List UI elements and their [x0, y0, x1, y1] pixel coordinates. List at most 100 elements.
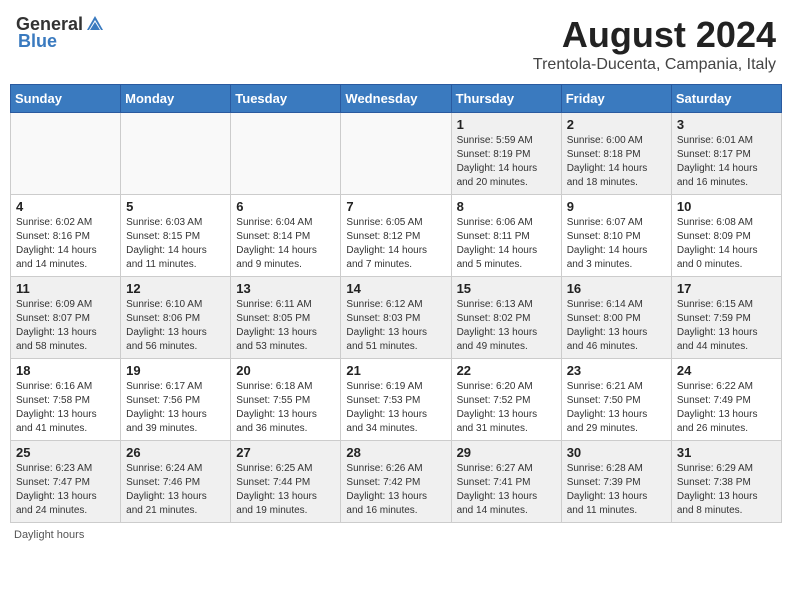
calendar-day-cell: 9 Sunrise: 6:07 AMSunset: 8:10 PMDaylight… [561, 195, 671, 277]
location-subtitle: Trentola-Ducenta, Campania, Italy [533, 56, 776, 74]
day-info: Sunrise: 6:17 AMSunset: 7:56 PMDaylight:… [126, 380, 225, 436]
day-number: 31 [677, 445, 776, 460]
day-info: Sunrise: 6:07 AMSunset: 8:10 PMDaylight:… [567, 216, 666, 272]
day-number: 25 [16, 445, 115, 460]
day-info: Sunrise: 6:14 AMSunset: 8:00 PMDaylight:… [567, 298, 666, 354]
day-number: 10 [677, 199, 776, 214]
calendar-day-cell: 29Sunrise: 6:27 AMSunset: 7:41 PMDayligh… [451, 441, 561, 523]
calendar-day-cell: 3 Sunrise: 6:01 AMSunset: 8:17 PMDaylight… [671, 113, 781, 195]
day-number: 8 [457, 199, 556, 214]
calendar-body: 1Sunrise: 5:59 AMSunset: 8:19 PMDaylight… [11, 113, 782, 523]
day-info: Sunrise: 6:18 AMSunset: 7:55 PMDaylight:… [236, 380, 335, 436]
day-number: 23 [567, 363, 666, 378]
calendar-week-row: 4 Sunrise: 6:02 AMSunset: 8:16 PMDaylight… [11, 195, 782, 277]
day-number: 1 [457, 117, 556, 132]
day-info: Sunrise: 6:12 AMSunset: 8:03 PMDaylight:… [346, 298, 445, 354]
calendar-day-header: Wednesday [341, 85, 451, 113]
calendar-week-row: 25Sunrise: 6:23 AMSunset: 7:47 PMDayligh… [11, 441, 782, 523]
calendar-day-cell [121, 113, 231, 195]
day-info: Sunrise: 6:13 AMSunset: 8:02 PMDaylight:… [457, 298, 556, 354]
day-number: 13 [236, 281, 335, 296]
logo: General Blue [16, 14, 105, 52]
day-number: 26 [126, 445, 225, 460]
day-info: Sunrise: 6:20 AMSunset: 7:52 PMDaylight:… [457, 380, 556, 436]
calendar-day-cell [231, 113, 341, 195]
day-info: Sunrise: 6:00 AMSunset: 8:18 PMDaylight:… [567, 134, 666, 190]
calendar-header-row: SundayMondayTuesdayWednesdayThursdayFrid… [11, 85, 782, 113]
day-number: 19 [126, 363, 225, 378]
calendar-day-cell: 10 Sunrise: 6:08 AMSunset: 8:09 PMDayligh… [671, 195, 781, 277]
calendar-day-cell: 25Sunrise: 6:23 AMSunset: 7:47 PMDayligh… [11, 441, 121, 523]
main-title: August 2024 [533, 14, 776, 56]
calendar-day-header: Thursday [451, 85, 561, 113]
day-number: 15 [457, 281, 556, 296]
day-number: 29 [457, 445, 556, 460]
day-info: Sunrise: 6:03 AMSunset: 8:15 PMDaylight:… [126, 216, 225, 272]
day-info: Sunrise: 6:10 AMSunset: 8:06 PMDaylight:… [126, 298, 225, 354]
calendar-day-cell: 20 Sunrise: 6:18 AMSunset: 7:55 PMDayligh… [231, 359, 341, 441]
day-number: 30 [567, 445, 666, 460]
title-section: August 2024 Trentola-Ducenta, Campania, … [533, 14, 776, 74]
calendar-day-cell: 2 Sunrise: 6:00 AMSunset: 8:18 PMDaylight… [561, 113, 671, 195]
day-info: Sunrise: 6:16 AMSunset: 7:58 PMDaylight:… [16, 380, 115, 436]
calendar-day-cell [11, 113, 121, 195]
calendar-day-cell: 8Sunrise: 6:06 AMSunset: 8:11 PMDaylight… [451, 195, 561, 277]
calendar-day-cell: 24 Sunrise: 6:22 AMSunset: 7:49 PMDayligh… [671, 359, 781, 441]
day-info: Sunrise: 6:01 AMSunset: 8:17 PMDaylight:… [677, 134, 776, 190]
calendar-day-cell: 14Sunrise: 6:12 AMSunset: 8:03 PMDayligh… [341, 277, 451, 359]
day-number: 16 [567, 281, 666, 296]
day-info: Sunrise: 6:19 AMSunset: 7:53 PMDaylight:… [346, 380, 445, 436]
calendar-day-cell: 27Sunrise: 6:25 AMSunset: 7:44 PMDayligh… [231, 441, 341, 523]
day-number: 7 [346, 199, 445, 214]
calendar-day-header: Sunday [11, 85, 121, 113]
calendar-week-row: 18Sunrise: 6:16 AMSunset: 7:58 PMDayligh… [11, 359, 782, 441]
daylight-label: Daylight hours [14, 529, 84, 541]
day-number: 9 [567, 199, 666, 214]
day-number: 3 [677, 117, 776, 132]
day-info: Sunrise: 6:28 AMSunset: 7:39 PMDaylight:… [567, 462, 666, 518]
day-info: Sunrise: 6:09 AMSunset: 8:07 PMDaylight:… [16, 298, 115, 354]
calendar-day-cell: 28 Sunrise: 6:26 AMSunset: 7:42 PMDayligh… [341, 441, 451, 523]
calendar-day-cell: 1Sunrise: 5:59 AMSunset: 8:19 PMDaylight… [451, 113, 561, 195]
day-number: 28 [346, 445, 445, 460]
calendar-week-row: 1Sunrise: 5:59 AMSunset: 8:19 PMDaylight… [11, 113, 782, 195]
calendar-day-cell: 5 Sunrise: 6:03 AMSunset: 8:15 PMDaylight… [121, 195, 231, 277]
calendar-day-cell: 4 Sunrise: 6:02 AMSunset: 8:16 PMDaylight… [11, 195, 121, 277]
calendar-day-cell: 26Sunrise: 6:24 AMSunset: 7:46 PMDayligh… [121, 441, 231, 523]
day-info: Sunrise: 6:22 AMSunset: 7:49 PMDaylight:… [677, 380, 776, 436]
day-number: 24 [677, 363, 776, 378]
day-number: 17 [677, 281, 776, 296]
calendar-day-header: Tuesday [231, 85, 341, 113]
day-info: Sunrise: 6:29 AMSunset: 7:38 PMDaylight:… [677, 462, 776, 518]
calendar-day-cell [341, 113, 451, 195]
calendar-table: SundayMondayTuesdayWednesdayThursdayFrid… [10, 84, 782, 523]
calendar-day-cell: 21 Sunrise: 6:19 AMSunset: 7:53 PMDayligh… [341, 359, 451, 441]
day-number: 2 [567, 117, 666, 132]
day-info: Sunrise: 6:26 AMSunset: 7:42 PMDaylight:… [346, 462, 445, 518]
calendar-day-cell: 17Sunrise: 6:15 AMSunset: 7:59 PMDayligh… [671, 277, 781, 359]
calendar-day-cell: 11 Sunrise: 6:09 AMSunset: 8:07 PMDayligh… [11, 277, 121, 359]
day-info: Sunrise: 6:02 AMSunset: 8:16 PMDaylight:… [16, 216, 115, 272]
calendar-day-header: Monday [121, 85, 231, 113]
calendar-day-cell: 19 Sunrise: 6:17 AMSunset: 7:56 PMDayligh… [121, 359, 231, 441]
day-number: 11 [16, 281, 115, 296]
calendar-day-cell: 13Sunrise: 6:11 AMSunset: 8:05 PMDayligh… [231, 277, 341, 359]
day-info: Sunrise: 6:05 AMSunset: 8:12 PMDaylight:… [346, 216, 445, 272]
calendar-day-cell: 22Sunrise: 6:20 AMSunset: 7:52 PMDayligh… [451, 359, 561, 441]
calendar-day-cell: 30 Sunrise: 6:28 AMSunset: 7:39 PMDayligh… [561, 441, 671, 523]
day-number: 21 [346, 363, 445, 378]
calendar-day-header: Saturday [671, 85, 781, 113]
calendar-week-row: 11 Sunrise: 6:09 AMSunset: 8:07 PMDayligh… [11, 277, 782, 359]
day-number: 20 [236, 363, 335, 378]
calendar-day-cell: 16 Sunrise: 6:14 AMSunset: 8:00 PMDayligh… [561, 277, 671, 359]
footer: Daylight hours [10, 529, 782, 541]
calendar-day-cell: 23 Sunrise: 6:21 AMSunset: 7:50 PMDayligh… [561, 359, 671, 441]
day-info: Sunrise: 6:08 AMSunset: 8:09 PMDaylight:… [677, 216, 776, 272]
calendar-day-cell: 12Sunrise: 6:10 AMSunset: 8:06 PMDayligh… [121, 277, 231, 359]
calendar-day-header: Friday [561, 85, 671, 113]
day-info: Sunrise: 6:21 AMSunset: 7:50 PMDaylight:… [567, 380, 666, 436]
calendar-day-cell: 31 Sunrise: 6:29 AMSunset: 7:38 PMDayligh… [671, 441, 781, 523]
day-number: 5 [126, 199, 225, 214]
day-info: Sunrise: 6:25 AMSunset: 7:44 PMDaylight:… [236, 462, 335, 518]
day-number: 4 [16, 199, 115, 214]
